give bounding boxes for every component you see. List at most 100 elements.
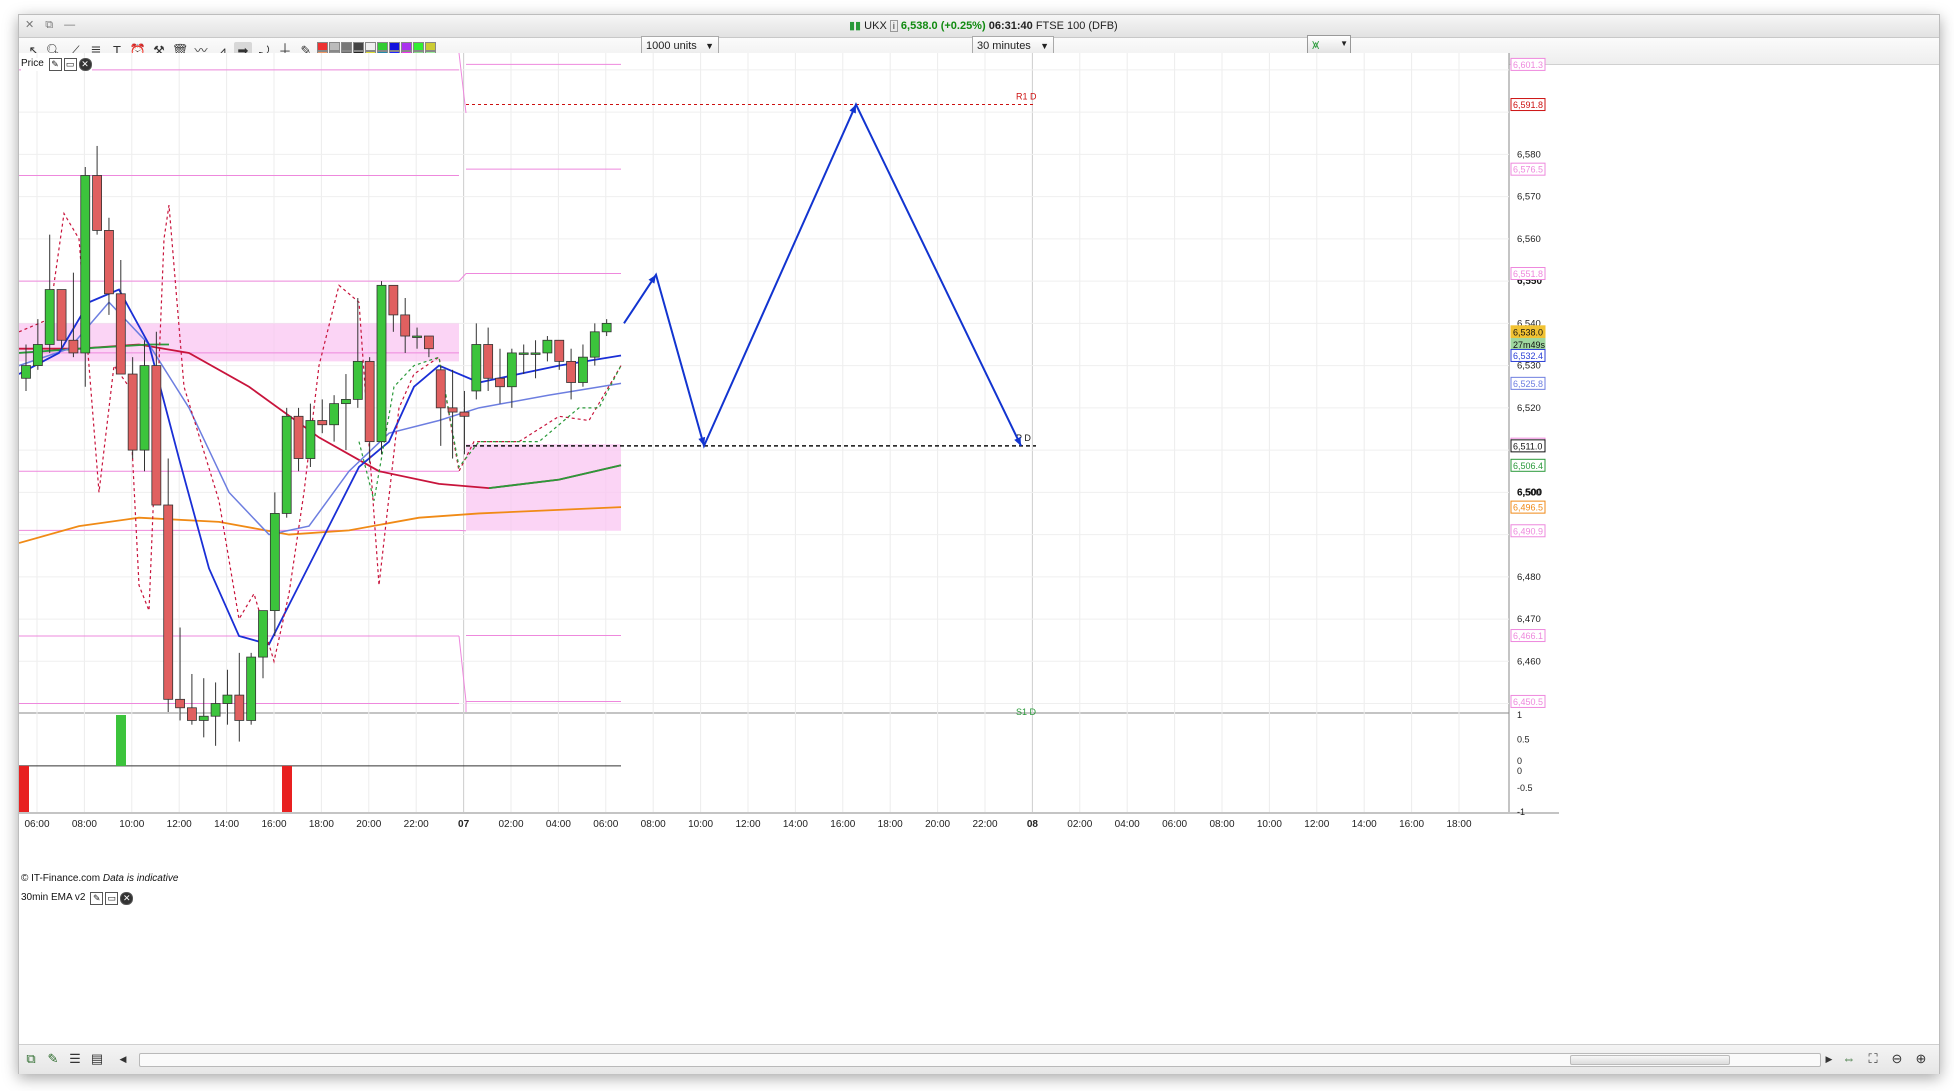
candle-body (115, 293, 126, 375)
x-tick-label: 10:00 (119, 819, 144, 830)
price-label-text: 6,450.5 (1513, 697, 1543, 707)
x-tick-label: 18:00 (878, 819, 903, 830)
x-tick-label: 04:00 (1115, 819, 1140, 830)
x-tick-label: 16:00 (261, 819, 286, 830)
x-tick-label: 12:00 (167, 819, 192, 830)
candle-body (530, 352, 541, 355)
candle-body (44, 289, 55, 345)
x-tick-label: 16:00 (1399, 819, 1424, 830)
ema-tick-label: 1 (1517, 710, 1522, 720)
y-tick-label: 6,520 (1517, 403, 1541, 414)
scrollbar-thumb[interactable] (1570, 1055, 1730, 1065)
ema-tick-label: 0.5 (1517, 734, 1530, 744)
y-tick-label: 6,530 (1517, 361, 1541, 372)
close-icon[interactable]: ✕ (78, 58, 92, 71)
watermark: © IT-Finance.com Data is indicative (21, 873, 178, 884)
candle-body (56, 289, 67, 341)
price-label: 6,490.9 (1510, 524, 1546, 538)
candle-body (186, 707, 197, 721)
candle-body (32, 344, 43, 367)
x-tick-label: 04:00 (546, 819, 571, 830)
settings-icon[interactable]: ✎ (48, 58, 62, 71)
watermark-text: © IT-Finance.com (21, 873, 101, 884)
y-tick-label: 6,500 (1517, 487, 1542, 498)
candle-body (21, 365, 31, 379)
close-icon[interactable]: ✕ (120, 892, 134, 905)
candle-body (471, 344, 482, 392)
candle-body (400, 314, 411, 337)
candle-body (388, 284, 399, 316)
candle-body (317, 420, 328, 426)
y-tick-label: 6,570 (1517, 192, 1541, 203)
list-icon[interactable]: ☰ (67, 1051, 83, 1067)
settings-icon[interactable]: ✎ (90, 892, 104, 905)
candle-body (163, 504, 174, 700)
pan-icon[interactable]: ⇔ (1841, 1051, 1857, 1067)
chart-canvas[interactable]: 06:00 08:00 10:00 12:00 14:00 16:00 18:00 20:00… (19, 15, 1939, 1043)
price-label-text: 6,551.8 (1513, 269, 1543, 279)
ema-tick-label: -0.5 (1517, 783, 1533, 793)
x-tick-label: 10:00 (1257, 819, 1282, 830)
pivot-label: R1 D (1016, 91, 1037, 101)
x-tick-label: 20:00 (925, 819, 950, 830)
candle-body (281, 415, 292, 514)
price-label-text: 6,490.9 (1513, 526, 1543, 536)
candle-body (578, 356, 588, 383)
price-label-text: 27m49s (1513, 340, 1546, 350)
candle-body (447, 407, 458, 413)
x-tick-label: 18:00 (1446, 819, 1471, 830)
x-tick-label: 14:00 (783, 819, 808, 830)
ema-signal-bar (116, 715, 126, 766)
candle-body (104, 230, 114, 295)
candle-body (495, 377, 505, 388)
y-tick-label: 6,470 (1517, 614, 1541, 625)
price-label: 6,525.8 (1510, 376, 1546, 390)
zoom-out-icon[interactable]: ⊖ (1889, 1051, 1905, 1067)
price-panel-label: Price (21, 58, 44, 69)
ema-panel-tag: 30min EMA v2 ✎ ▭ ✕ (21, 892, 134, 905)
candle-body (269, 513, 280, 612)
x-tick-label: 22:00 (404, 819, 429, 830)
candle-body (222, 694, 233, 704)
status-bar: ⧉ ✎ ☰ ▤ ◀ ▶ ⇔ ⛶ ⊖ ⊕ (19, 1044, 1939, 1074)
price-label: 6,576.5 (1510, 162, 1546, 176)
edit-icon[interactable]: ✎ (45, 1051, 61, 1067)
price-label: 6,532.4 (1510, 348, 1546, 362)
maximize-icon[interactable]: ▭ (105, 892, 119, 905)
y-tick-label: 6,580 (1517, 149, 1541, 160)
price-label-text: 6,532.4 (1513, 351, 1543, 361)
price-label: 6,506.4 (1510, 458, 1546, 472)
scroll-left-icon[interactable]: ◀ (115, 1051, 131, 1067)
price-label-text: 6,591.8 (1513, 100, 1543, 110)
candle-body (423, 335, 434, 350)
x-tick-label: 08:00 (72, 819, 97, 830)
zoom-fit-icon[interactable]: ⛶ (1865, 1051, 1881, 1067)
candle-body (234, 694, 245, 721)
y-tick-label: 6,560 (1517, 234, 1541, 245)
maximize-icon[interactable]: ▭ (63, 58, 77, 71)
candle-body (92, 175, 102, 231)
candle-body (518, 352, 529, 355)
horizontal-scrollbar[interactable] (139, 1053, 1821, 1067)
price-label-text: 6,506.4 (1513, 461, 1543, 471)
x-tick-label: 07 (458, 819, 470, 830)
zoom-in-icon[interactable]: ⊕ (1913, 1051, 1929, 1067)
layout-icon[interactable]: ▤ (89, 1051, 105, 1067)
price-label: 6,496.5 (1510, 500, 1546, 514)
x-tick-label: 10:00 (688, 819, 713, 830)
scroll-right-icon[interactable]: ▶ (1821, 1051, 1837, 1067)
candle-body (506, 352, 517, 388)
candle-body (68, 339, 79, 354)
candle-body (554, 339, 565, 362)
chart-settings-icon[interactable]: ⧉ (23, 1051, 39, 1067)
candle-body (293, 415, 304, 459)
ema-signal-bar (282, 765, 292, 812)
price-label: 6,511.0 (1510, 439, 1546, 453)
candle-body (459, 411, 470, 417)
x-tick-label: 18:00 (309, 819, 334, 830)
x-tick-label: 08:00 (641, 819, 666, 830)
candle-body (127, 373, 138, 451)
x-tick-label: 12:00 (1304, 819, 1329, 830)
price-label: 6,551.8 (1510, 267, 1546, 281)
ema-signal-bar (19, 765, 29, 812)
